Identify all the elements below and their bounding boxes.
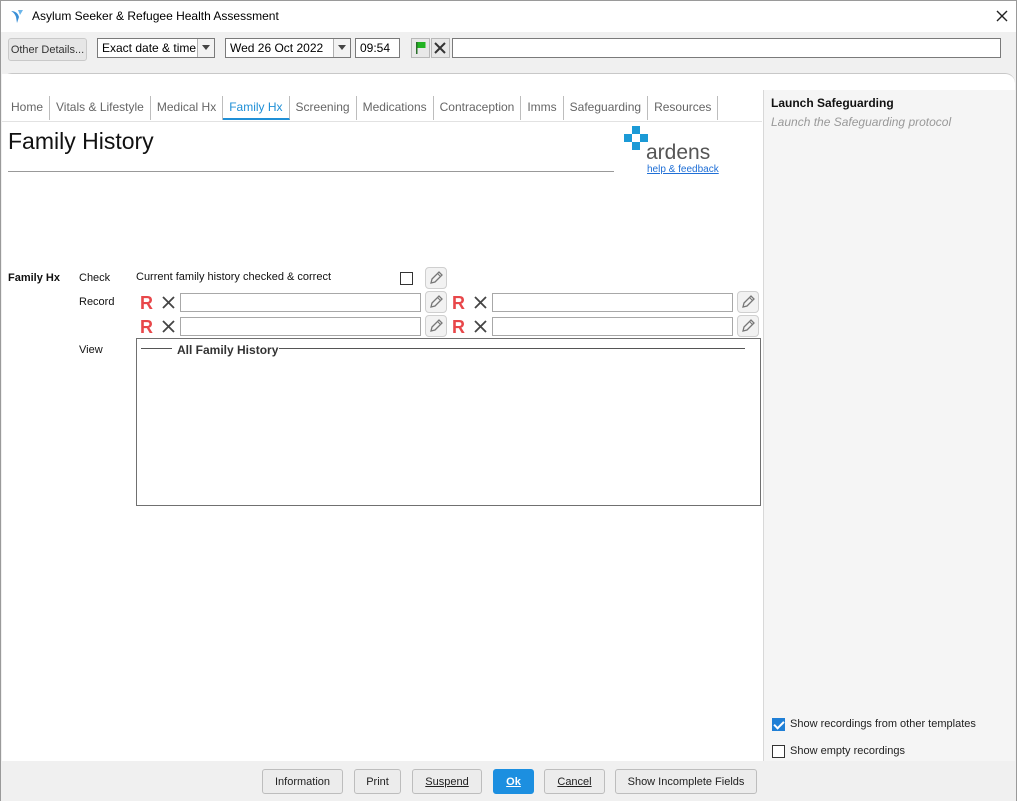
tab-contraception[interactable]: Contraception [434, 96, 522, 120]
close-icon[interactable] [993, 7, 1011, 25]
date-mode-select[interactable]: Exact date & time [97, 38, 215, 58]
side-panel: Launch Safeguarding Launch the Safeguard… [763, 90, 1015, 762]
tab-bar: Home Vitals & Lifestyle Medical Hx Famil… [5, 94, 719, 121]
show-other-templates-checkbox[interactable] [772, 718, 785, 731]
pencil-icon [742, 319, 755, 332]
window: Asylum Seeker & Refugee Health Assessmen… [0, 0, 1017, 801]
show-other-templates-label[interactable]: Show recordings from other templates [790, 718, 976, 730]
window-title: Asylum Seeker & Refugee Health Assessmen… [32, 9, 279, 23]
view-header-line-right [279, 348, 745, 349]
svg-text:R: R [452, 317, 465, 336]
edit-check-button[interactable] [425, 267, 447, 289]
svg-text:R: R [140, 317, 153, 336]
edit-record-3-button[interactable] [425, 315, 447, 337]
toolbar: Other Details... Exact date & time Wed 2… [1, 32, 1016, 66]
r-code-icon[interactable]: R [139, 316, 157, 336]
family-history-view-panel[interactable]: All Family History [136, 338, 761, 506]
tab-medications[interactable]: Medications [357, 96, 434, 120]
edit-record-1-button[interactable] [425, 291, 447, 313]
date-mode-value: Exact date & time [102, 41, 197, 55]
content-area: Home Vitals & Lifestyle Medical Hx Famil… [2, 73, 1015, 762]
record-field-3[interactable] [180, 317, 421, 336]
record-field-2[interactable] [492, 293, 733, 312]
cancel-button[interactable]: Cancel [544, 769, 605, 794]
pencil-icon [742, 295, 755, 308]
edit-record-2-button[interactable] [737, 291, 759, 313]
ok-button[interactable]: Ok [493, 769, 534, 794]
pencil-icon [430, 271, 443, 284]
r-code-icon[interactable]: R [451, 316, 469, 336]
print-button[interactable]: Print [354, 769, 401, 794]
record-field-4[interactable] [492, 317, 733, 336]
clear-record-icon[interactable] [160, 292, 178, 312]
check-text: Current family history checked & correct [136, 271, 332, 283]
tab-medical-hx[interactable]: Medical Hx [151, 96, 224, 120]
r-code-icon[interactable]: R [139, 292, 157, 312]
show-empty-recordings-checkbox[interactable] [772, 745, 785, 758]
family-history-checked-checkbox[interactable] [400, 272, 413, 285]
consultation-note-input[interactable] [452, 38, 1001, 58]
svg-text:R: R [452, 293, 465, 312]
check-label: Check [79, 272, 111, 284]
show-incomplete-fields-button[interactable]: Show Incomplete Fields [615, 769, 757, 794]
r-code-icon[interactable]: R [451, 292, 469, 312]
title-divider [8, 171, 614, 172]
launch-safeguarding-description: Launch the Safeguarding protocol [771, 115, 952, 129]
clear-date-button[interactable] [431, 38, 450, 58]
logo-text: ardens [646, 141, 710, 163]
clear-record-icon[interactable] [160, 316, 178, 336]
edit-record-4-button[interactable] [737, 315, 759, 337]
view-header-line-left [141, 348, 172, 349]
tab-resources[interactable]: Resources [648, 96, 719, 120]
other-details-button[interactable]: Other Details... [8, 38, 87, 61]
launch-safeguarding-link[interactable]: Launch Safeguarding [771, 96, 894, 110]
tab-screening[interactable]: Screening [290, 96, 357, 120]
view-title: All Family History [177, 343, 279, 357]
main-pane: Home Vitals & Lifestyle Medical Hx Famil… [2, 74, 762, 762]
tab-safeguarding[interactable]: Safeguarding [564, 96, 649, 120]
close-icon [434, 42, 446, 54]
clear-record-icon[interactable] [472, 316, 490, 336]
clear-record-icon[interactable] [472, 292, 490, 312]
tab-vitals-lifestyle[interactable]: Vitals & Lifestyle [50, 96, 151, 120]
footer-bar: Information Print Suspend Ok Cancel Show… [1, 761, 1016, 801]
time-input[interactable]: 09:54 [355, 38, 400, 58]
view-label: View [79, 344, 103, 356]
tab-home[interactable]: Home [5, 96, 51, 120]
flag-button[interactable] [411, 38, 430, 58]
chevron-down-icon[interactable] [333, 39, 350, 57]
svg-text:R: R [140, 293, 153, 312]
date-value: Wed 26 Oct 2022 [230, 41, 324, 55]
information-button[interactable]: Information [262, 769, 343, 794]
suspend-button[interactable]: Suspend [412, 769, 482, 794]
chevron-down-icon[interactable] [197, 39, 214, 57]
ardens-swift-icon [11, 10, 23, 23]
tab-divider [2, 121, 762, 122]
pencil-icon [430, 295, 443, 308]
tab-family-hx[interactable]: Family Hx [223, 96, 290, 120]
section-label-family-hx: Family Hx [8, 272, 60, 284]
ardens-logo: ardens [624, 126, 710, 163]
record-label: Record [79, 296, 115, 308]
record-field-1[interactable] [180, 293, 421, 312]
page-title: Family History [8, 128, 154, 154]
flag-icon [416, 42, 426, 54]
pencil-icon [430, 319, 443, 332]
tab-imms[interactable]: Imms [521, 96, 564, 120]
title-bar: Asylum Seeker & Refugee Health Assessmen… [1, 1, 1016, 32]
help-feedback-link[interactable]: help & feedback [647, 164, 719, 175]
show-empty-recordings-label[interactable]: Show empty recordings [790, 745, 905, 757]
date-picker[interactable]: Wed 26 Oct 2022 [225, 38, 351, 58]
